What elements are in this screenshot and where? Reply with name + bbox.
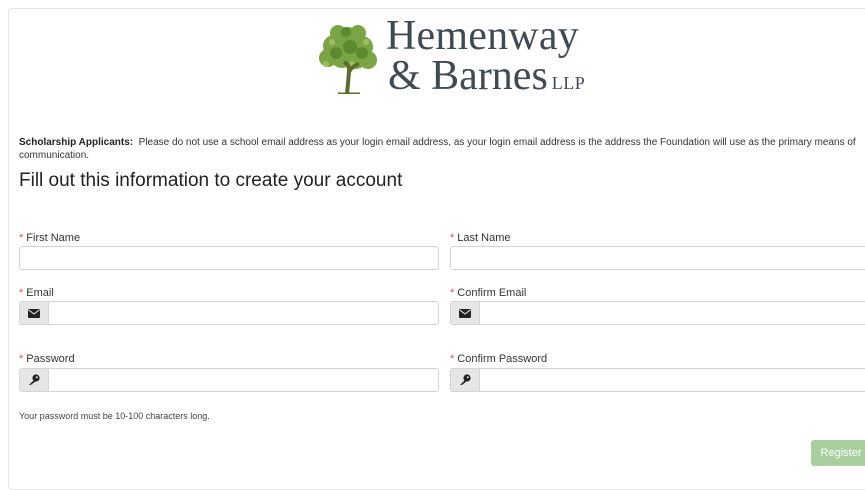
email-input[interactable] [20,302,438,324]
password-label-text: Password [26,353,75,365]
first-name-field [19,246,439,270]
logo-text-barnes: & Barnes [388,53,548,99]
tree-logo-icon [319,25,377,94]
envelope-icon [459,308,471,318]
confirm-password-input[interactable] [451,369,865,391]
email-addon [20,302,49,324]
confirm-password-field [450,368,865,392]
required-indicator: * [450,353,455,365]
required-indicator: * [19,232,24,244]
notice-text: Please do not use a school email address… [19,137,856,161]
confirm-password-label-text: Confirm Password [457,353,548,365]
password-label: * Password [19,353,75,365]
required-indicator: * [19,353,24,365]
confirm-password-label: * Confirm Password [450,353,547,365]
form-title: Fill out this information to create your… [19,170,403,191]
confirm-email-label-text: Confirm Email [457,287,527,299]
email-label-text: Email [26,287,54,299]
confirm-email-label: * Confirm Email [450,287,526,299]
first-name-label: * First Name [19,232,80,244]
first-name-input[interactable] [20,247,438,269]
logo-llp-text: LLP [551,73,586,93]
confirm-email-field [450,301,865,325]
scholarship-notice: Scholarship Applicants: Please do not us… [19,136,865,162]
password-field [19,368,439,392]
email-label: * Email [19,287,54,299]
password-addon [20,369,49,391]
confirm-email-input[interactable] [451,302,865,324]
confirm-email-addon [451,302,480,324]
required-indicator: * [450,232,455,244]
last-name-field [450,246,865,270]
required-indicator: * [19,287,24,299]
key-icon [460,374,471,385]
company-logo: Hemenway & Barnes LLP [312,13,592,99]
register-button[interactable]: Register [811,440,865,466]
confirm-password-addon [451,369,480,391]
last-name-label-text: Last Name [457,232,511,244]
last-name-input[interactable] [451,247,865,269]
password-hint: Your password must be 10-100 characters … [19,411,210,421]
email-field [19,301,439,325]
first-name-label-text: First Name [26,232,81,244]
logo-text-line2: & Barnes LLP [388,52,585,100]
last-name-label: * Last Name [450,232,510,244]
envelope-icon [28,308,40,318]
key-icon [29,374,40,385]
password-input[interactable] [20,369,438,391]
required-indicator: * [450,287,455,299]
notice-bold-label: Scholarship Applicants: [19,137,134,148]
